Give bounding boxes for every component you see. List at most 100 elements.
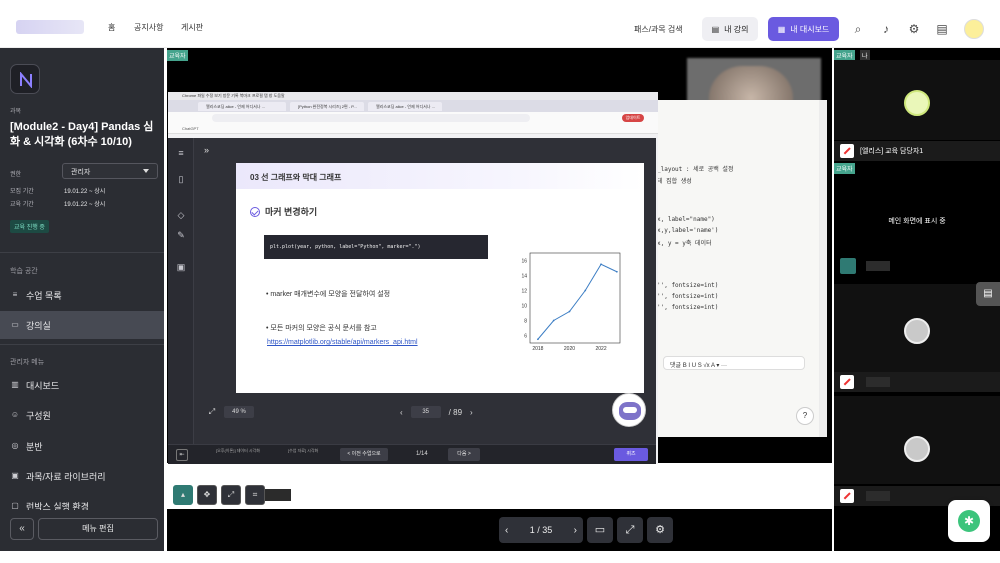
- notes-icon[interactable]: ▤: [935, 22, 949, 36]
- settings-icon[interactable]: ⚙: [647, 517, 673, 543]
- nav-notice[interactable]: 공지사항: [134, 22, 163, 33]
- participant-label: [엘리스] 교육 담당자1: [834, 141, 1000, 161]
- help-button[interactable]: ?: [796, 407, 814, 425]
- search-course-link[interactable]: 패스/과목 검색: [634, 24, 683, 35]
- page-input[interactable]: 35: [410, 406, 441, 418]
- search-icon[interactable]: ⌕: [851, 22, 865, 36]
- my-course-button[interactable]: ▤ 내 강의: [702, 17, 758, 41]
- bookmark-bar[interactable]: ChatGPT: [168, 124, 658, 134]
- course-logo: [10, 64, 40, 94]
- chart-point: [536, 338, 539, 341]
- shared-browser-window: Chrome 파일 수정 보기 방문 기록 북마크 프로필 탭 창 도움말 엘리…: [168, 92, 658, 464]
- focus-icon[interactable]: ⌗: [245, 485, 265, 505]
- participant-tile: [834, 60, 1000, 140]
- url-row: 업데이트: [168, 112, 658, 124]
- x-tick-label: 2022: [595, 346, 606, 352]
- page-total: / 89: [448, 407, 463, 417]
- recruit-value: 19.01.22 ~ 상시: [64, 189, 106, 195]
- sidebar-item-library[interactable]: ▣ 과목/자료 라이브러리: [0, 462, 164, 490]
- menu-edit-button[interactable]: 메뉴 편집: [38, 518, 158, 540]
- comment-icon[interactable]: ▣: [175, 262, 187, 272]
- url-bar[interactable]: [212, 114, 530, 122]
- chevron-right-icon[interactable]: ›: [574, 525, 577, 536]
- mic-off-icon: [840, 489, 854, 503]
- chart-point: [584, 289, 587, 292]
- next-button[interactable]: 다음 >: [448, 448, 480, 461]
- quiz-button[interactable]: 퀴즈: [614, 448, 648, 461]
- users-icon: ☺: [10, 410, 20, 419]
- book-icon[interactable]: ▯: [175, 174, 187, 184]
- participant-label: [834, 372, 1000, 392]
- chevron-left-icon[interactable]: ‹: [505, 525, 508, 536]
- pin-icon[interactable]: ✥: [197, 485, 217, 505]
- update-button[interactable]: 업데이트: [622, 114, 644, 122]
- help-chat-button[interactable]: ✱: [948, 500, 990, 542]
- menu-icon[interactable]: ≡: [175, 148, 187, 158]
- y-tick-label: 10: [521, 303, 527, 309]
- sidebar-item-classroom[interactable]: ▭ 강의실: [0, 311, 164, 339]
- browser-tabs: 엘리스코딩 alice - 언제 어디서나 ... [Python 완전정복 시…: [168, 100, 658, 112]
- chevron-right-icon[interactable]: ›: [470, 408, 473, 417]
- educator-tag: 교육자: [167, 50, 188, 61]
- layout-icon[interactable]: ▭: [587, 517, 613, 543]
- role-label: 권한: [10, 172, 22, 178]
- layers-icon[interactable]: ◇: [175, 210, 187, 220]
- expand-icon[interactable]: »: [204, 145, 209, 155]
- section-admin: 관리자 메뉴: [10, 359, 45, 366]
- expand-icon[interactable]: ⤢: [221, 485, 241, 505]
- scrollbar[interactable]: [819, 100, 827, 437]
- nav-board[interactable]: 게시판: [181, 22, 203, 33]
- course-title: [Module2 - Day4] Pandas 심화 & 시각화 (6차수 10…: [10, 121, 154, 148]
- y-tick-label: 8: [524, 318, 527, 324]
- x-tick-label: 2020: [564, 346, 575, 352]
- main-screen-status: 메인 화면에 표시 중: [888, 218, 946, 225]
- exit-icon[interactable]: ⇤: [176, 449, 188, 461]
- camera-toggle-button[interactable]: [840, 258, 856, 274]
- left-sidebar: 과목 [Module2 - Day4] Pandas 심화 & 시각화 (6차수…: [0, 48, 164, 551]
- role-select[interactable]: 관리자: [62, 163, 158, 179]
- zoom-level[interactable]: 49 %: [224, 406, 254, 418]
- bullet-text: • 모든 마커의 모양은 공식 문서를 참고: [266, 325, 377, 332]
- gear-icon[interactable]: ⚙: [907, 22, 921, 36]
- pager-value: 1 / 35: [529, 525, 553, 535]
- browser-tab[interactable]: 엘리스코딩 alice - 언제 어디서나 ...: [368, 102, 442, 111]
- bullet-text: • marker 매개변수에 모양을 전달하여 설정: [266, 291, 391, 298]
- bell-icon[interactable]: ♪: [879, 22, 893, 36]
- section-learning: 학습 공간: [10, 268, 38, 275]
- docs-link[interactable]: https://matplotlib.org/stable/api/marker…: [267, 339, 418, 346]
- assistant-character-icon[interactable]: [612, 393, 646, 427]
- browser-tab[interactable]: 엘리스코딩 alice - 언제 어디서나 ...: [198, 102, 286, 111]
- fullscreen-icon[interactable]: ⤢: [617, 517, 643, 543]
- nav-home[interactable]: 홈: [108, 22, 115, 33]
- y-tick-label: 6: [524, 333, 527, 339]
- chevron-left-icon[interactable]: ‹: [400, 408, 403, 417]
- browser-tab[interactable]: [Python 완전정복 시리즈] 2편 - P...: [290, 102, 364, 111]
- avatar: [904, 436, 930, 462]
- chevron-down-icon: [143, 169, 149, 173]
- fullscreen-icon[interactable]: ⤢: [206, 406, 218, 418]
- sidebar-item-members[interactable]: ☺ 구성원: [0, 401, 164, 429]
- bottom-pager-bar: ‹ 1 / 35 › ▭ ⤢ ⚙: [167, 509, 832, 551]
- prev-class-button[interactable]: < 이전 수업으로: [340, 448, 388, 461]
- editor-toolbar[interactable]: 댓글 B I U S √x A ▾ ···: [663, 356, 805, 370]
- avatar[interactable]: [964, 19, 984, 39]
- collapse-sidebar-button[interactable]: «: [10, 518, 34, 540]
- sidebar-item-sections[interactable]: ◎ 분반: [0, 432, 164, 460]
- monitor-icon: ▭: [11, 320, 19, 329]
- slide-viewer: ≡ ▯ ◇ ✎ ▣ » 03 선 그래프와 막대 그래프 마커 변경하기 plt…: [168, 138, 656, 464]
- page-navigation: ‹ 35 / 89 ›: [400, 406, 473, 418]
- name-blur: [265, 489, 291, 501]
- sidebar-item-class-list[interactable]: ≡ 수업 목록: [0, 281, 164, 309]
- sidebar-footer: « 메뉴 편집: [0, 510, 164, 551]
- pencil-icon[interactable]: ✎: [175, 230, 187, 240]
- chat-icon[interactable]: ▤: [976, 282, 1000, 306]
- avatar: [904, 318, 930, 344]
- camera-toggle-button[interactable]: ▴: [173, 485, 193, 505]
- name-blur: [866, 491, 890, 501]
- my-dashboard-button[interactable]: ▦ 내 대시보드: [768, 17, 839, 41]
- mic-off-icon: [840, 144, 854, 158]
- avatar: [904, 90, 930, 116]
- list-icon: ≡: [12, 290, 18, 299]
- site-logo[interactable]: [16, 20, 84, 34]
- sidebar-item-dashboard[interactable]: ▥ 대시보드: [0, 371, 164, 399]
